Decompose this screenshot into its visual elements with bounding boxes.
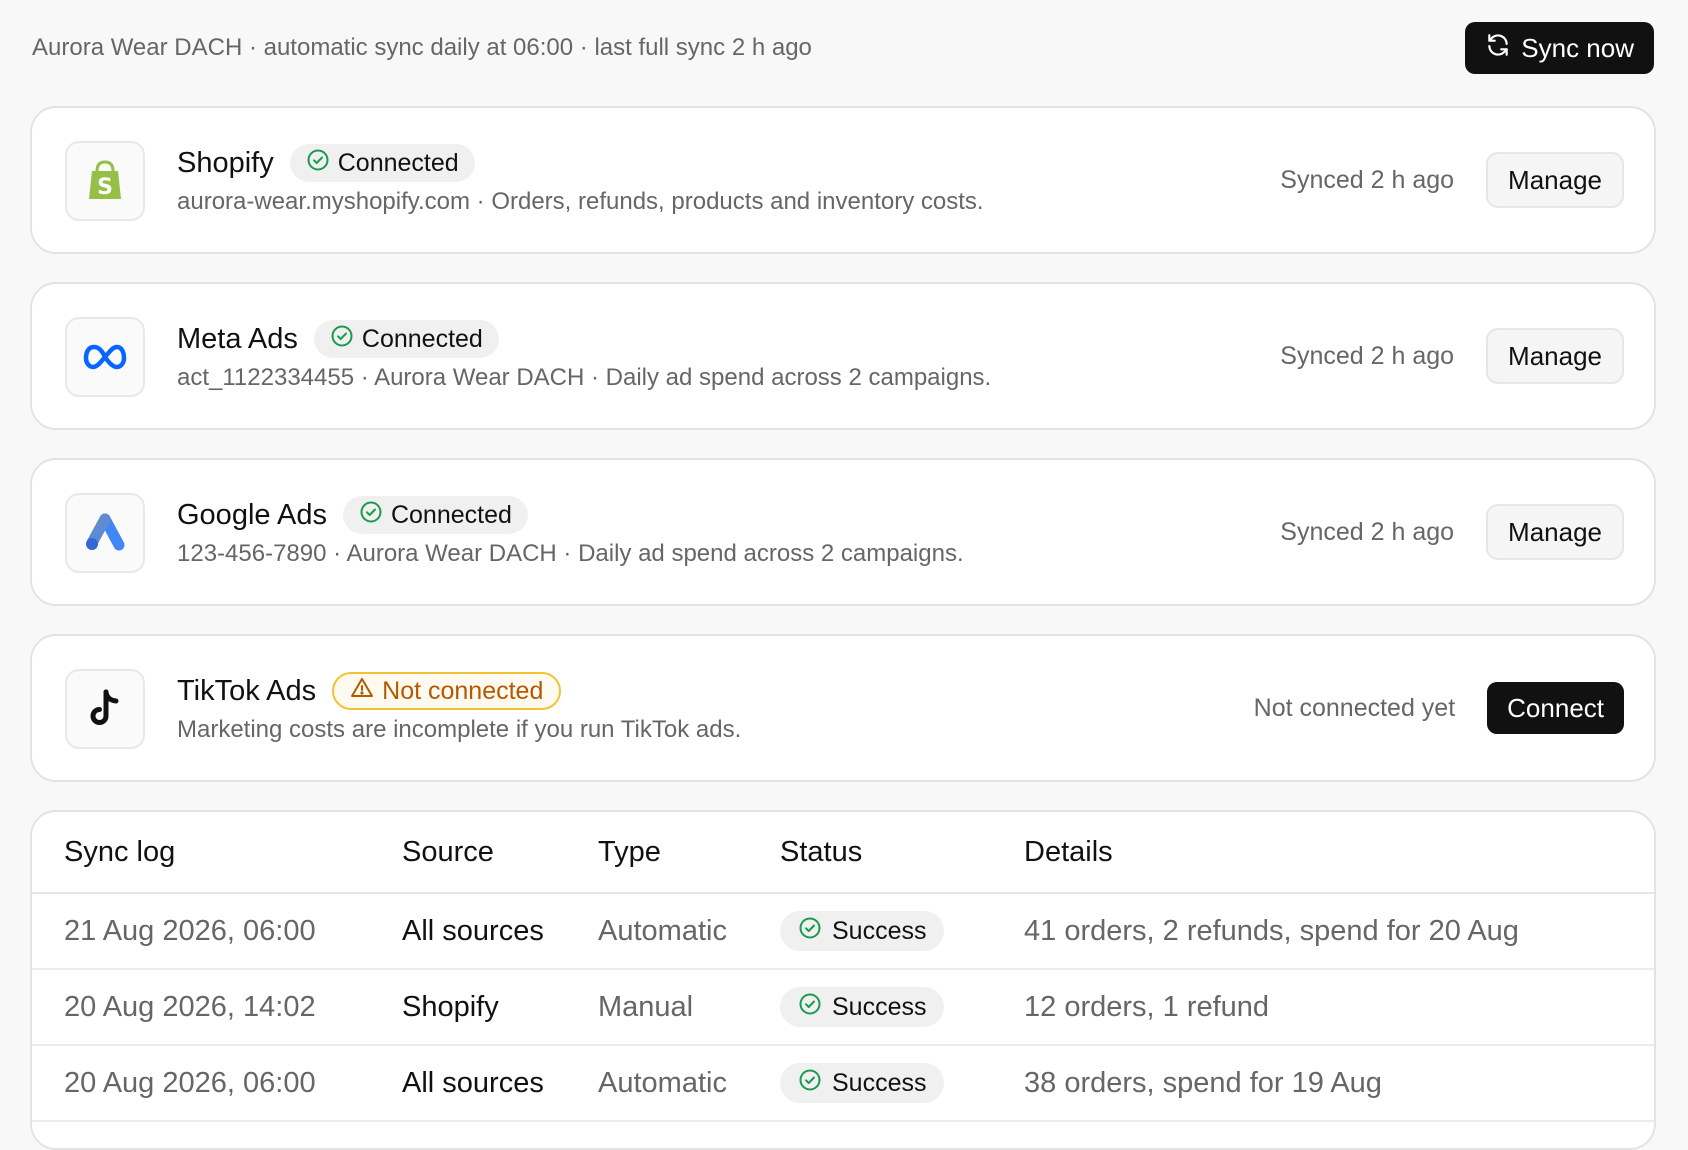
integration-card-meta-ads: Meta Ads Connected act_1122334455 · Auro… <box>30 282 1656 430</box>
refresh-icon <box>1485 32 1511 65</box>
log-status: Success <box>780 970 945 1044</box>
log-details: 12 orders, 1 refund <box>1024 990 1270 1023</box>
status-label: Connected <box>337 148 459 177</box>
status-label: Connected <box>390 500 512 529</box>
integration-description: Marketing costs are incomplete if you ru… <box>177 716 742 743</box>
log-type: Automatic <box>598 1066 727 1099</box>
status-badge: Success <box>780 987 945 1027</box>
table-row: 20 Aug 2026, 06:00 All sources Automatic… <box>32 1046 1654 1122</box>
status-badge: Not connected <box>332 672 562 710</box>
integration-name: TikTok Ads <box>177 674 317 707</box>
status-label: Not connected <box>382 676 544 705</box>
log-date: 20 Aug 2026, 06:00 <box>64 1066 316 1099</box>
check-circle-icon <box>306 148 330 179</box>
log-source: All sources <box>402 1066 544 1099</box>
sync-status-text: Synced 2 h ago <box>1280 341 1455 370</box>
integration-description: 123-456-7890 · Aurora Wear DACH · Daily … <box>177 540 964 567</box>
status-badge: Connected <box>289 144 475 182</box>
status-label: Success <box>832 916 927 945</box>
status-label: Connected <box>361 324 483 353</box>
status-badge: Connected <box>313 320 499 358</box>
meta-logo-icon <box>65 317 145 397</box>
manage-shopify-button[interactable]: Manage <box>1486 152 1624 208</box>
svg-text:S: S <box>97 175 113 200</box>
column-header-status: Status <box>780 835 863 868</box>
sync-schedule-info: Aurora Wear DACH · automatic sync daily … <box>32 34 812 61</box>
column-header-source: Source <box>402 835 494 868</box>
integration-name: Shopify <box>177 146 274 179</box>
log-date: 21 Aug 2026, 06:00 <box>64 914 316 947</box>
log-type: Manual <box>598 990 694 1023</box>
check-circle-icon <box>798 992 822 1023</box>
connect-tiktok-ads-button[interactable]: Connect <box>1487 682 1624 734</box>
column-header-type: Type <box>598 835 661 868</box>
log-type: Automatic <box>598 914 727 947</box>
check-circle-icon <box>359 500 383 531</box>
status-label: Success <box>832 992 927 1021</box>
integration-card-tiktok-ads: TikTok Ads Not connected Marketing costs… <box>30 634 1656 782</box>
check-circle-icon <box>798 916 822 947</box>
sync-status-text: Synced 2 h ago <box>1280 165 1455 194</box>
log-source: All sources <box>402 914 544 947</box>
table-row: 21 Aug 2026, 06:00 All sources Automatic… <box>32 894 1654 970</box>
table-row: 20 Aug 2026, 14:02 Shopify Manual Succes… <box>32 970 1654 1046</box>
log-details: 38 orders, spend for 19 Aug <box>1024 1066 1382 1099</box>
column-header-details: Details <box>1024 835 1113 868</box>
log-status: Success <box>780 1046 945 1120</box>
integration-card-shopify: S Shopify Connected aurora-wear.myshopif… <box>30 106 1656 254</box>
top-bar: Aurora Wear DACH · automatic sync daily … <box>32 22 1654 74</box>
status-badge: Success <box>780 911 945 951</box>
warning-triangle-icon <box>350 676 374 707</box>
check-circle-icon <box>330 324 354 355</box>
manage-meta-ads-button[interactable]: Manage <box>1486 328 1624 384</box>
check-circle-icon <box>798 1068 822 1099</box>
log-details: 41 orders, 2 refunds, spend for 20 Aug <box>1024 914 1519 947</box>
status-badge: Success <box>780 1063 945 1103</box>
log-status: Success <box>780 894 945 968</box>
sync-status-text: Not connected yet <box>1253 693 1456 722</box>
tiktok-logo-icon <box>65 669 145 749</box>
sync-log-table: Sync log Source Type Status Details 21 A… <box>30 810 1656 1150</box>
sync-status-text: Synced 2 h ago <box>1280 517 1455 546</box>
log-source: Shopify <box>402 990 499 1023</box>
integration-description: aurora-wear.myshopify.com · Orders, refu… <box>177 188 984 215</box>
google-ads-logo-icon <box>65 493 145 573</box>
integration-name: Meta Ads <box>177 322 298 355</box>
integration-name: Google Ads <box>177 498 327 531</box>
sync-now-button[interactable]: Sync now <box>1465 22 1654 74</box>
table-header: Sync log Source Type Status Details <box>32 812 1654 894</box>
log-date: 20 Aug 2026, 14:02 <box>64 990 316 1023</box>
status-badge: Connected <box>342 496 528 534</box>
integration-card-google-ads: Google Ads Connected 123-456-7890 · Auro… <box>30 458 1656 606</box>
column-header-sync-log: Sync log <box>64 835 176 868</box>
status-label: Success <box>832 1068 927 1097</box>
shopify-logo-icon: S <box>65 141 145 221</box>
manage-google-ads-button[interactable]: Manage <box>1486 504 1624 560</box>
sync-now-label: Sync now <box>1521 32 1634 63</box>
integration-description: act_1122334455 · Aurora Wear DACH · Dail… <box>177 364 992 391</box>
